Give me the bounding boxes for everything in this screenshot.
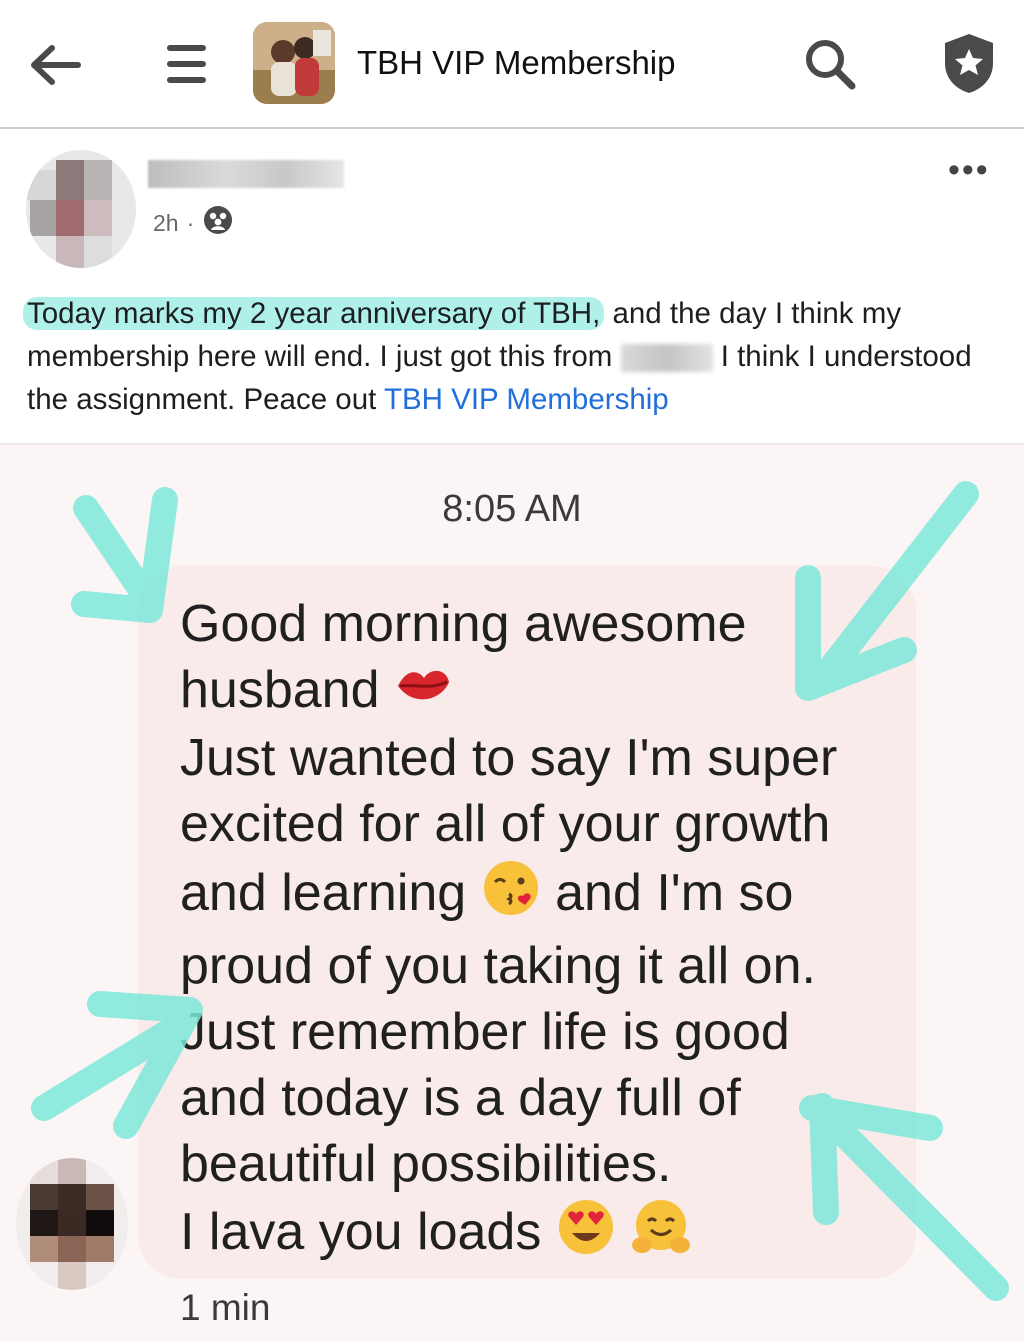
message-line: excited for all of your growth bbox=[180, 795, 831, 854]
group-audience-icon bbox=[202, 204, 234, 242]
message-line: and learning bbox=[180, 863, 467, 922]
poster-name-redacted[interactable] bbox=[148, 160, 344, 188]
message-relative-time: 1 min bbox=[180, 1287, 271, 1328]
heart-eyes-emoji bbox=[556, 1197, 616, 1274]
kiss-mark-emoji bbox=[394, 660, 452, 727]
sender-avatar bbox=[16, 1158, 128, 1290]
message-line: Good morning awesome bbox=[180, 595, 747, 653]
message-timestamp: 8:05 AM bbox=[442, 488, 582, 530]
message-line: I lava you loads bbox=[180, 1203, 542, 1262]
message-line: proud of you taking it all on. bbox=[180, 937, 816, 996]
post-body: Today marks my 2 year anniversary of TBH… bbox=[23, 292, 1002, 421]
message-line: Just wanted to say I'm super bbox=[180, 729, 838, 788]
back-arrow-icon[interactable] bbox=[24, 34, 86, 96]
message-text: Good morning awesome husband Just wanted… bbox=[180, 592, 900, 1274]
group-cover-thumbnail[interactable] bbox=[253, 22, 335, 104]
post-meta: 2h · bbox=[153, 204, 234, 242]
shield-star-icon[interactable] bbox=[936, 30, 1002, 96]
menu-icon[interactable] bbox=[160, 36, 212, 92]
highlighted-text: Today marks my 2 year anniversary of TBH… bbox=[23, 297, 605, 330]
message-line: and today is a day full of bbox=[180, 1068, 741, 1127]
top-bar: TBH VIP Membership bbox=[0, 0, 1024, 129]
search-icon[interactable] bbox=[800, 34, 860, 94]
hugging-face-emoji bbox=[630, 1197, 692, 1274]
poster-avatar[interactable] bbox=[26, 150, 136, 268]
message-line: and I'm so bbox=[540, 863, 794, 922]
post-time[interactable]: 2h bbox=[153, 210, 179, 237]
message-line: husband bbox=[180, 660, 380, 719]
message-line: Just remember life is good bbox=[180, 1003, 790, 1062]
face-blowing-kiss-emoji bbox=[481, 858, 541, 935]
more-options-icon[interactable]: ••• bbox=[948, 153, 990, 187]
redacted-name bbox=[620, 344, 713, 373]
meta-separator: · bbox=[186, 209, 195, 236]
group-link[interactable]: TBH VIP Membership bbox=[384, 383, 669, 416]
group-name[interactable]: TBH VIP Membership bbox=[357, 44, 676, 82]
message-line: beautiful possibilities. bbox=[180, 1134, 672, 1193]
